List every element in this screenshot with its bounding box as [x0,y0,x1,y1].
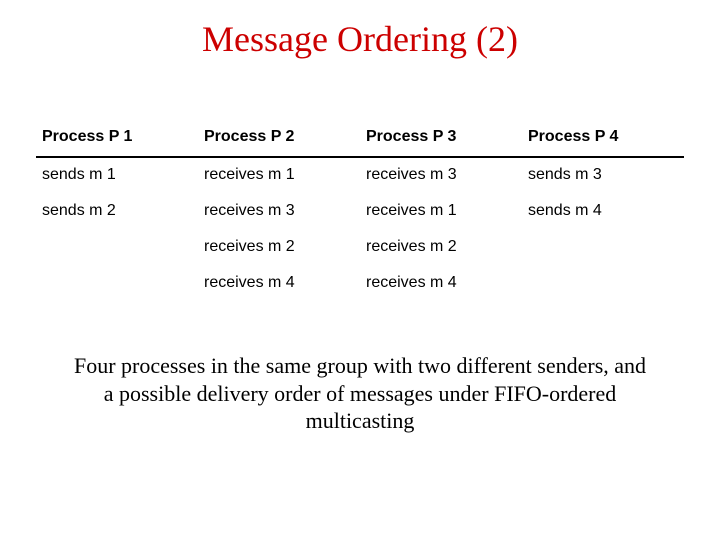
cell [522,266,684,302]
cell [36,230,198,266]
table-row: receives m 2 receives m 2 [36,230,684,266]
cell [36,266,198,302]
cell: sends m 1 [36,157,198,194]
page-title: Message Ordering (2) [0,0,720,60]
col-header-p4: Process P 4 [522,120,684,157]
caption-text: Four processes in the same group with tw… [0,352,720,435]
cell: receives m 3 [198,194,360,230]
ordering-table: Process P 1 Process P 2 Process P 3 Proc… [36,120,684,302]
cell [522,230,684,266]
ordering-table-container: Process P 1 Process P 2 Process P 3 Proc… [0,120,720,302]
col-header-p2: Process P 2 [198,120,360,157]
cell: receives m 1 [198,157,360,194]
cell: sends m 2 [36,194,198,230]
cell: receives m 4 [198,266,360,302]
cell: sends m 3 [522,157,684,194]
table-header-row: Process P 1 Process P 2 Process P 3 Proc… [36,120,684,157]
cell: receives m 2 [198,230,360,266]
cell: receives m 4 [360,266,522,302]
cell: receives m 1 [360,194,522,230]
col-header-p1: Process P 1 [36,120,198,157]
cell: sends m 4 [522,194,684,230]
cell: receives m 2 [360,230,522,266]
cell: receives m 3 [360,157,522,194]
table-row: sends m 2 receives m 3 receives m 1 send… [36,194,684,230]
table-row: sends m 1 receives m 1 receives m 3 send… [36,157,684,194]
col-header-p3: Process P 3 [360,120,522,157]
table-row: receives m 4 receives m 4 [36,266,684,302]
slide: { "title": "Message Ordering (2)", "tabl… [0,0,720,540]
